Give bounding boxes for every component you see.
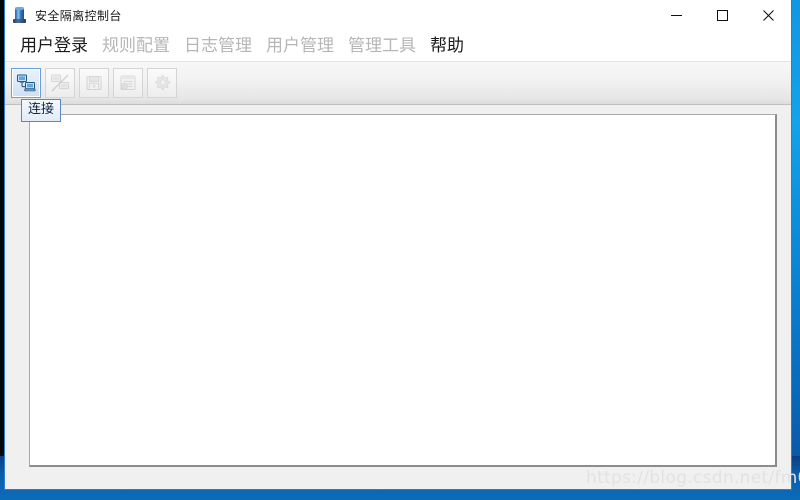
- document-save-icon: [84, 73, 104, 93]
- gear-settings-icon: [152, 73, 172, 93]
- network-disconnect-icon: [50, 73, 70, 93]
- network-connect-icon: [16, 73, 36, 93]
- close-button[interactable]: [745, 0, 791, 30]
- toolbar-button-save[interactable]: [79, 68, 109, 98]
- menu-item-user-login[interactable]: 用户登录: [13, 37, 95, 55]
- title-bar[interactable]: 安全隔离控制台: [5, 0, 791, 31]
- menu-item-rule-config[interactable]: 规则配置: [95, 37, 177, 55]
- toolbar-button-disconnect[interactable]: [45, 68, 75, 98]
- window-controls: [653, 0, 791, 30]
- menu-bar: 用户登录 规则配置 日志管理 用户管理 管理工具 帮助: [5, 31, 791, 61]
- menu-item-log-manage[interactable]: 日志管理: [177, 37, 259, 55]
- window-title: 安全隔离控制台: [35, 8, 122, 23]
- menu-item-user-manage[interactable]: 用户管理: [259, 37, 341, 55]
- tooltip-connect: 连接: [21, 99, 62, 122]
- toolbar: 连接: [5, 61, 791, 122]
- report-list-icon: [118, 73, 138, 93]
- server-cylinder-icon: [11, 7, 27, 23]
- content-pane[interactable]: [29, 114, 777, 467]
- toolbar-button-connect[interactable]: [11, 68, 41, 98]
- toolbar-button-report[interactable]: [113, 68, 143, 98]
- minimize-button[interactable]: [653, 0, 699, 30]
- application-window: 安全隔离控制台 用户登录 规则配置 日志管理 用户管理 管理工具 帮助 连接: [4, 0, 792, 490]
- toolbar-button-settings[interactable]: [147, 68, 177, 98]
- maximize-button[interactable]: [699, 0, 745, 30]
- menu-item-admin-tools[interactable]: 管理工具: [341, 37, 423, 55]
- client-area: [5, 105, 791, 489]
- menu-item-help[interactable]: 帮助: [423, 37, 471, 55]
